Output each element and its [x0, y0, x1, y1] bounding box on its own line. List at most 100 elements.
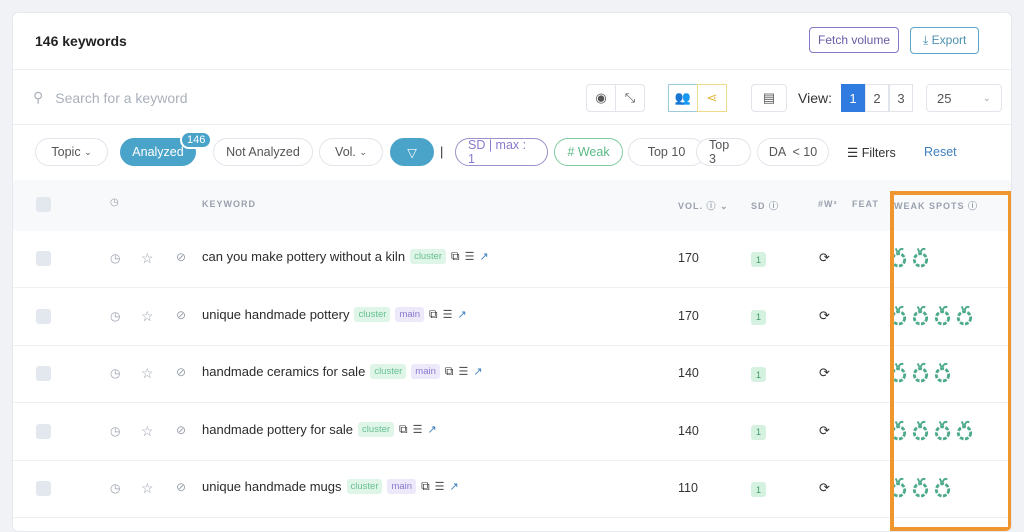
list-icon[interactable]: ☰: [413, 423, 423, 436]
copy-icon[interactable]: ⧉: [451, 249, 460, 264]
eye-slash-icon[interactable]: ⊘: [176, 250, 186, 264]
refresh-icon[interactable]: ⟳: [819, 480, 830, 496]
keyword-text[interactable]: handmade pottery for sale: [202, 422, 353, 437]
vol-label: Vol.: [335, 145, 356, 159]
copy-icon[interactable]: ⧉: [399, 422, 408, 437]
view-2-button[interactable]: 2: [865, 84, 889, 112]
list-icon[interactable]: ☰: [458, 365, 468, 378]
refresh-icon[interactable]: ⟳: [819, 250, 830, 266]
history-icon[interactable]: ◷: [110, 366, 120, 380]
top3-filter[interactable]: Top 3: [696, 138, 751, 166]
separator: |: [440, 144, 444, 159]
not-analyzed-filter[interactable]: Not Analyzed: [213, 138, 313, 166]
list-icon[interactable]: ☰: [443, 308, 453, 321]
col-vol-label: VOL.: [678, 201, 704, 211]
download-icon: ⤓: [923, 33, 932, 47]
view-1-button[interactable]: 1: [841, 84, 865, 112]
collapse-icon[interactable]: ⤡: [615, 84, 645, 112]
refresh-icon[interactable]: ⟳: [819, 423, 830, 439]
eye-slash-icon[interactable]: ⊘: [176, 480, 186, 494]
list-icon[interactable]: ☰: [465, 250, 475, 263]
eye-slash-icon[interactable]: ⊘: [176, 308, 186, 322]
eye-slash-icon[interactable]: ⊘: [176, 423, 186, 437]
weak-filter[interactable]: # Weak: [554, 138, 623, 166]
share-icon[interactable]: ⋖: [697, 84, 727, 112]
page-title: 146 keywords: [35, 33, 127, 49]
sd-badge: 1: [751, 424, 766, 440]
tag-main: main: [411, 364, 440, 379]
keyword-cell: unique handmade mugs cluster main ⧉ ☰ ↗: [202, 479, 459, 494]
row-checkbox[interactable]: [36, 251, 51, 266]
history-icon[interactable]: ◷: [110, 481, 120, 495]
view-label: View:: [798, 90, 832, 106]
refresh-icon[interactable]: ⟳: [819, 365, 830, 381]
vol-value: 140: [678, 366, 699, 380]
history-icon[interactable]: ◷: [110, 309, 120, 323]
keyword-text[interactable]: can you make pottery without a kiln: [202, 249, 405, 264]
refresh-icon[interactable]: ⟳: [819, 308, 830, 324]
row-checkbox[interactable]: [36, 481, 51, 496]
filter-funnel-icon[interactable]: ▽: [390, 138, 434, 166]
users-icon[interactable]: 👥: [668, 84, 698, 112]
row-checkbox[interactable]: [36, 308, 51, 324]
star-icon[interactable]: ☆: [141, 480, 154, 497]
star-icon[interactable]: ☆: [141, 423, 154, 440]
external-link-icon[interactable]: ↗: [480, 250, 489, 263]
vol-value: 170: [678, 308, 699, 323]
table-row[interactable]: [13, 289, 1011, 346]
fetch-volume-button[interactable]: Fetch volume: [809, 27, 900, 53]
export-button[interactable]: ⤓ Export: [910, 27, 980, 54]
keyword-cell: handmade ceramics for sale cluster main ⧉ ☰ ↗: [202, 364, 483, 379]
col-keyword[interactable]: KEYWORD: [202, 199, 256, 209]
sd-max-filter[interactable]: SD | max : 1: [455, 138, 548, 166]
copy-icon[interactable]: ⧉: [421, 479, 430, 494]
sd-badge: 1: [751, 367, 766, 382]
filters-button[interactable]: ☰ Filters: [847, 145, 896, 160]
da-filter[interactable]: DA < 10: [757, 138, 829, 166]
table-row[interactable]: [13, 231, 1011, 288]
location-icon[interactable]: ◉: [586, 84, 616, 112]
keywords-card: 146 keywords Fetch volume ⤓ Export ⚲ Sea…: [12, 12, 1012, 532]
history-icon[interactable]: ◷: [110, 251, 120, 265]
col-w3[interactable]: #W³: [818, 199, 838, 209]
table-view-icon[interactable]: ▤: [751, 84, 787, 112]
history-icon[interactable]: ◷: [110, 424, 120, 438]
external-link-icon[interactable]: ↗: [427, 423, 436, 436]
top10-filter[interactable]: Top 10: [628, 138, 705, 166]
table-row[interactable]: [13, 404, 1011, 461]
row-checkbox[interactable]: [36, 366, 51, 381]
per-page-select[interactable]: 25 ⌄: [926, 84, 1002, 112]
view-3-button[interactable]: 3: [889, 84, 913, 112]
list-icon[interactable]: ☰: [435, 480, 445, 493]
search-input[interactable]: ⚲ Search for a keyword: [33, 89, 188, 106]
keyword-text[interactable]: handmade ceramics for sale: [202, 364, 365, 379]
star-icon[interactable]: ☆: [141, 308, 154, 325]
table-row[interactable]: [13, 346, 1011, 403]
eye-slash-icon[interactable]: ⊘: [176, 365, 186, 379]
divider: [13, 69, 1011, 70]
star-icon[interactable]: ☆: [141, 365, 154, 382]
divider: [13, 124, 1011, 125]
row-checkbox[interactable]: [36, 423, 51, 439]
vol-filter[interactable]: Vol. ⌄: [319, 138, 383, 166]
weak-spots-highlight-box: [890, 191, 1011, 531]
keyword-text[interactable]: unique handmade pottery: [202, 307, 349, 322]
keyword-text[interactable]: unique handmade mugs: [202, 479, 342, 494]
reset-link[interactable]: Reset: [924, 145, 957, 159]
col-sd[interactable]: SD ⓘ: [751, 199, 779, 212]
external-link-icon[interactable]: ↗: [450, 480, 459, 493]
tag-cluster: cluster: [370, 364, 407, 379]
copy-icon[interactable]: ⧉: [429, 307, 438, 322]
filters-label: Filters: [861, 146, 896, 160]
table-row[interactable]: [13, 461, 1011, 518]
tag-cluster: cluster: [410, 249, 447, 264]
external-link-icon[interactable]: ↗: [457, 308, 466, 321]
col-vol[interactable]: VOL. ⓘ ⌄: [678, 199, 729, 212]
col-feat[interactable]: FEAT: [852, 199, 879, 209]
topic-filter[interactable]: Topic ⌄: [35, 138, 108, 166]
select-all-checkbox[interactable]: [36, 197, 51, 212]
copy-icon[interactable]: ⧉: [445, 364, 454, 379]
external-link-icon[interactable]: ↗: [473, 365, 482, 378]
star-icon[interactable]: ☆: [141, 250, 154, 267]
tag-cluster: cluster: [354, 306, 391, 322]
